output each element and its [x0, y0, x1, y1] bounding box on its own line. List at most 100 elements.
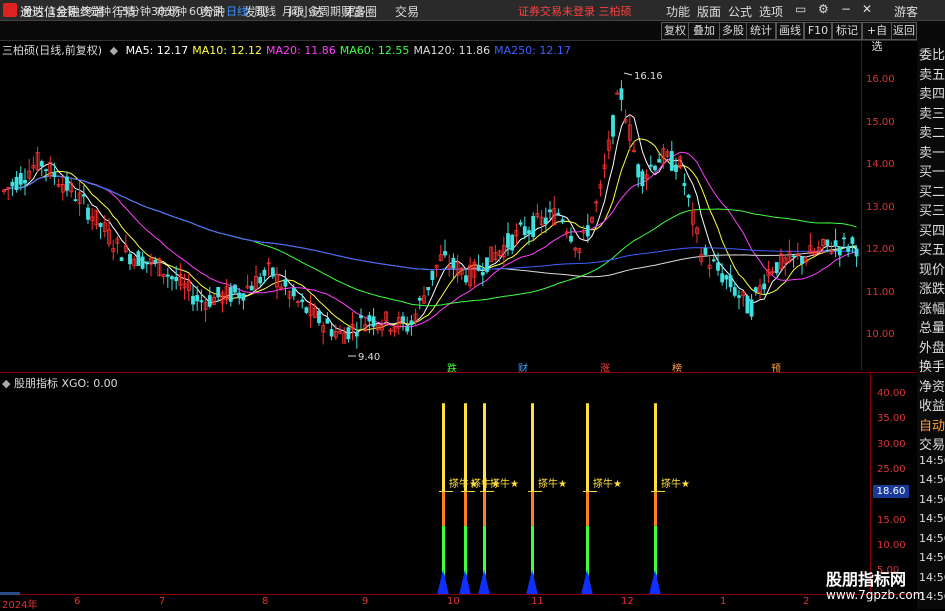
indicator-tick-3: 25.00 — [877, 463, 906, 475]
quote-field-4[interactable]: 卖二 — [919, 122, 945, 141]
quote-field-6[interactable]: 买一 — [919, 161, 945, 180]
candle-body — [228, 287, 233, 302]
candle-body — [249, 285, 254, 291]
candle-body — [825, 239, 830, 246]
period-tab-10[interactable]: 更多 — [344, 3, 366, 19]
indicator-tick-5: 15.00 — [877, 514, 906, 526]
candle-body — [262, 269, 267, 276]
quote-field-13[interactable]: 涨幅 — [919, 298, 945, 317]
period-tab-1[interactable]: 1分钟 — [49, 3, 78, 19]
quote-field-0[interactable]: 委比 — [919, 44, 945, 63]
quote-field-21[interactable]: 14:56 — [919, 454, 945, 467]
indicator-tick-2: 30.00 — [877, 438, 906, 450]
quote-field-25[interactable]: 14:56 — [919, 532, 945, 545]
quote-field-19[interactable]: 自动 — [919, 415, 945, 434]
quote-field-5[interactable]: 卖一 — [919, 142, 945, 161]
guest-label[interactable]: 游客 — [894, 3, 918, 20]
quote-field-17[interactable]: 净资 — [919, 376, 945, 395]
price-tick-6: 10.00 — [866, 329, 895, 340]
candle-body — [611, 115, 615, 137]
quote-field-22[interactable]: 14:56 — [919, 473, 945, 486]
candle-body — [657, 159, 662, 163]
period-tab-0[interactable]: 分时 — [22, 3, 44, 19]
tool-button-6[interactable]: 标记 — [832, 22, 862, 40]
candle-body — [170, 276, 174, 280]
crosshair-readout: 18.60 — [873, 485, 909, 498]
quote-field-11[interactable]: 现价 — [919, 259, 945, 278]
candle-body — [199, 300, 204, 303]
scroll-bar[interactable] — [0, 592, 20, 595]
candle-body — [724, 275, 729, 280]
moving-average-line — [3, 113, 857, 335]
period-tab-9[interactable]: 多周期 — [308, 3, 341, 19]
candle-body — [749, 299, 754, 317]
tool-button-3[interactable]: 统计 — [746, 22, 776, 40]
tool-button-7[interactable]: +自选 — [862, 22, 892, 53]
candle-body — [728, 275, 733, 288]
quote-field-27[interactable]: 14:56 — [919, 571, 945, 584]
tool-button-4[interactable]: 画线 — [776, 22, 804, 40]
candle-body — [518, 222, 523, 225]
quote-field-23[interactable]: 14:56 — [919, 493, 945, 506]
candle-body — [510, 234, 515, 251]
menu-function[interactable]: 功能 — [666, 3, 690, 20]
quote-field-10[interactable]: 买五 — [919, 239, 945, 258]
candle-body — [136, 251, 141, 266]
candle-body — [207, 295, 212, 307]
candle-body — [359, 315, 363, 319]
indicator-axis — [870, 372, 918, 592]
time-tick-7: 12 — [621, 596, 634, 607]
quote-field-9[interactable]: 买四 — [919, 220, 945, 239]
menu-formula[interactable]: 公式 — [728, 3, 752, 20]
candle-body — [39, 161, 44, 167]
indicator-signal-label-4: 搽牛★ — [593, 479, 622, 490]
menu-trade[interactable]: 交易 — [395, 3, 419, 20]
candle-body — [745, 295, 750, 314]
tool-button-1[interactable]: 叠加 — [688, 22, 720, 40]
indicator-bar — [442, 403, 445, 492]
quote-field-15[interactable]: 外盘 — [919, 337, 945, 356]
menu-layout[interactable]: 版面 — [697, 3, 721, 20]
tool-button-0[interactable]: 复权 — [661, 22, 689, 40]
quote-field-14[interactable]: 总量 — [919, 317, 945, 336]
minimize-window-icon[interactable]: − — [841, 2, 851, 16]
quote-field-12[interactable]: 涨跌 — [919, 278, 945, 297]
quote-field-24[interactable]: 14:56 — [919, 512, 945, 525]
indicator-bar — [442, 491, 445, 526]
quote-field-20[interactable]: 交易 — [919, 434, 945, 453]
candle-body — [174, 276, 179, 282]
period-tab-5[interactable]: 60分钟 — [189, 3, 225, 19]
indicator-bar — [586, 525, 589, 575]
tool-button-8[interactable]: 返回 — [891, 22, 917, 40]
candle-body — [451, 257, 456, 269]
quote-field-1[interactable]: 卖五 — [919, 64, 945, 83]
quote-field-26[interactable]: 14:56 — [919, 551, 945, 564]
period-tab-6[interactable]: 日线 — [226, 3, 248, 19]
quote-field-8[interactable]: 买三 — [919, 200, 945, 219]
tool-button-5[interactable]: F10 — [804, 22, 832, 40]
period-tab-3[interactable]: 15分钟 — [115, 3, 151, 19]
indicator-bar — [586, 403, 589, 492]
quote-field-2[interactable]: 卖四 — [919, 83, 945, 102]
menu-options[interactable]: 选项 — [759, 3, 783, 20]
period-tab-4[interactable]: 30分钟 — [151, 3, 187, 19]
price-tick-5: 11.00 — [866, 286, 895, 298]
candle-body — [73, 199, 78, 202]
minimize-icon[interactable]: ▭ — [795, 2, 806, 16]
candlestick-chart[interactable]: 16.16 9.40 — [0, 40, 861, 372]
quote-field-7[interactable]: 买二 — [919, 181, 945, 200]
quote-field-3[interactable]: 卖三 — [919, 103, 945, 122]
period-tab-7[interactable]: 周线 — [254, 3, 276, 19]
quote-field-16[interactable]: 换手 — [919, 356, 945, 375]
candle-body — [837, 246, 842, 256]
candle-body — [23, 179, 27, 184]
period-tab-2[interactable]: 5分钟 — [82, 3, 111, 19]
settings-icon[interactable]: ⚙ — [818, 2, 829, 16]
candle-body — [18, 173, 23, 185]
close-icon[interactable]: ✕ — [862, 2, 872, 16]
period-tab-8[interactable]: 月线 — [282, 3, 304, 19]
price-tick-3: 13.00 — [866, 201, 895, 213]
tool-button-2[interactable]: 多股 — [719, 22, 747, 40]
quote-field-18[interactable]: 收益 — [919, 395, 945, 414]
indicator-chart[interactable] — [0, 373, 870, 594]
